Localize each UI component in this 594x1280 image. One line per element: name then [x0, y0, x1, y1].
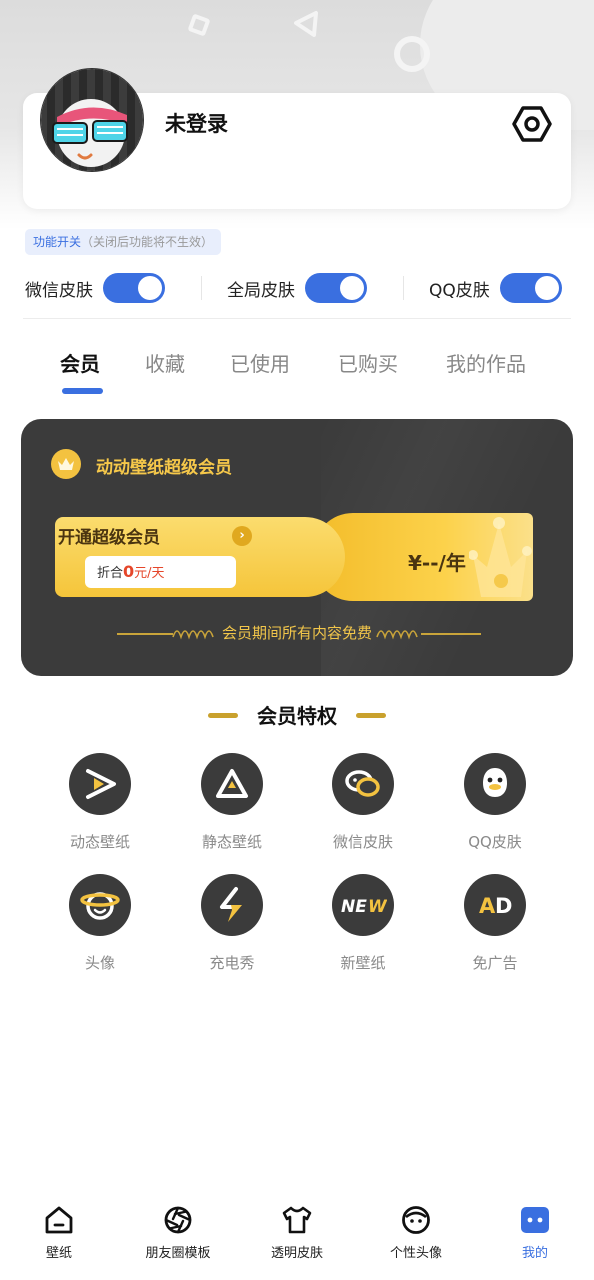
- discount-pill: 折合0元/天: [85, 556, 236, 588]
- vip-card: 动动壁纸超级会员 开通超级会员 › 折合0元/天 ¥--/年 会员期间所有内容免…: [21, 419, 573, 676]
- face-icon: [361, 1204, 471, 1236]
- privilege-label: 动态壁纸: [69, 833, 130, 851]
- switch-knob: [534, 276, 559, 300]
- privilege-label: 免广告: [472, 954, 518, 972]
- privilege-dynamic-wallpaper[interactable]: 动态壁纸: [45, 753, 155, 852]
- chevron-right-icon: ›: [232, 526, 252, 546]
- tab-purchased[interactable]: 已购买: [338, 348, 398, 377]
- section-divider: [23, 318, 571, 319]
- svg-text:W: W: [368, 897, 387, 917]
- toggle-label: QQ皮肤: [429, 280, 490, 301]
- nav-label: 透明皮肤: [270, 1246, 323, 1261]
- discount-value: 0: [123, 562, 135, 581]
- tshirt-icon: [242, 1204, 352, 1236]
- toggle-qq-skin: QQ皮肤: [429, 270, 562, 306]
- privileges-header: 会员特权: [0, 700, 594, 729]
- ad-free-icon: A D: [464, 874, 526, 936]
- decorative-ring: [394, 36, 430, 72]
- aperture-icon: [123, 1204, 233, 1236]
- login-status[interactable]: 未登录: [165, 108, 228, 138]
- global-skin-switch[interactable]: [305, 273, 367, 303]
- toggle-wechat-skin: 微信皮肤: [25, 270, 165, 306]
- privilege-label: 静态壁纸: [201, 833, 262, 851]
- new-badge-icon: NE W: [332, 874, 394, 936]
- planet-face-icon: [69, 874, 131, 936]
- bottom-navigation: 壁纸 朋友圈模板 透明皮肤 个性头像 我的: [0, 1190, 594, 1280]
- privilege-qq-skin[interactable]: QQ皮肤: [440, 753, 550, 852]
- avatar[interactable]: [40, 68, 144, 172]
- switch-knob: [138, 276, 162, 300]
- privilege-label: 新壁纸: [340, 954, 386, 972]
- tab-indicator: [62, 388, 103, 394]
- qq-skin-switch[interactable]: [499, 273, 562, 303]
- privileges-title: 会员特权: [257, 704, 337, 728]
- discount-unit: 元/天: [134, 566, 165, 581]
- svg-text:A: A: [479, 894, 496, 918]
- nav-transparent-skin[interactable]: 透明皮肤: [242, 1204, 352, 1261]
- privilege-ad-free[interactable]: A D 免广告: [440, 874, 550, 973]
- privilege-charging-show[interactable]: 充电秀: [177, 874, 287, 973]
- privilege-label: 充电秀: [209, 954, 255, 972]
- toggle-label: 全局皮肤: [227, 280, 295, 301]
- nav-label: 壁纸: [45, 1246, 72, 1261]
- wechat-skin-switch[interactable]: [103, 273, 165, 303]
- privilege-label: QQ皮肤: [468, 833, 522, 851]
- tab-vip[interactable]: 会员: [60, 348, 100, 377]
- decorative-square: [187, 13, 211, 37]
- function-switch-label: 功能开关: [33, 235, 82, 249]
- play-icon: [69, 753, 131, 815]
- nav-label: 个性头像: [389, 1246, 442, 1261]
- switch-knob: [340, 276, 364, 300]
- divider: [403, 276, 404, 300]
- crown-badge-icon: [51, 449, 81, 479]
- privilege-label: 头像: [84, 954, 115, 972]
- nav-moments-template[interactable]: 朋友圈模板: [123, 1204, 233, 1261]
- svg-text:NE: NE: [341, 897, 367, 917]
- qq-penguin-icon: [464, 753, 526, 815]
- toggle-label: 微信皮肤: [25, 280, 93, 301]
- gold-crown-icon: [469, 517, 532, 597]
- privilege-wechat-skin[interactable]: 微信皮肤: [308, 753, 418, 852]
- privilege-label: 微信皮肤: [332, 833, 393, 851]
- open-vip-label[interactable]: 开通超级会员: [58, 523, 160, 548]
- title-dash-right: [356, 713, 386, 718]
- svg-text:D: D: [495, 894, 512, 918]
- nav-label: 我的: [521, 1246, 548, 1261]
- profile-icon: [480, 1204, 590, 1236]
- wechat-chat-icon: [332, 753, 394, 815]
- vip-footer-note: 会员期间所有内容免费: [221, 624, 372, 642]
- function-switch-note: （关闭后功能将不生效）: [81, 235, 214, 249]
- triangle-icon: [201, 753, 263, 815]
- lightning-icon: [201, 874, 263, 936]
- nav-wallpaper[interactable]: 壁纸: [4, 1204, 114, 1261]
- settings-hexagon-icon: [512, 106, 552, 142]
- divider: [201, 276, 202, 300]
- tab-bar: 会员 收藏 已使用 已购买 我的作品: [0, 348, 594, 388]
- toggle-global-skin: 全局皮肤: [227, 270, 367, 306]
- function-switch-tag: 功能开关（关闭后功能将不生效）: [25, 229, 222, 255]
- vip-price: ¥--/年: [408, 551, 466, 575]
- discount-prefix: 折合: [97, 566, 124, 581]
- nav-mine[interactable]: 我的: [480, 1204, 590, 1261]
- nav-custom-avatar[interactable]: 个性头像: [361, 1204, 471, 1261]
- tab-favorites[interactable]: 收藏: [145, 348, 185, 377]
- tab-my-works[interactable]: 我的作品: [446, 348, 526, 377]
- nav-label: 朋友圈模板: [145, 1246, 211, 1261]
- home-icon: [4, 1204, 114, 1236]
- settings-button[interactable]: [512, 104, 552, 144]
- tab-used[interactable]: 已使用: [230, 348, 290, 377]
- privilege-avatar[interactable]: 头像: [45, 874, 155, 973]
- privilege-new-wallpaper[interactable]: NE W 新壁纸: [308, 874, 418, 973]
- privilege-static-wallpaper[interactable]: 静态壁纸: [177, 753, 287, 852]
- decorative-triangle: [294, 11, 318, 37]
- vip-title: 动动壁纸超级会员: [96, 458, 232, 478]
